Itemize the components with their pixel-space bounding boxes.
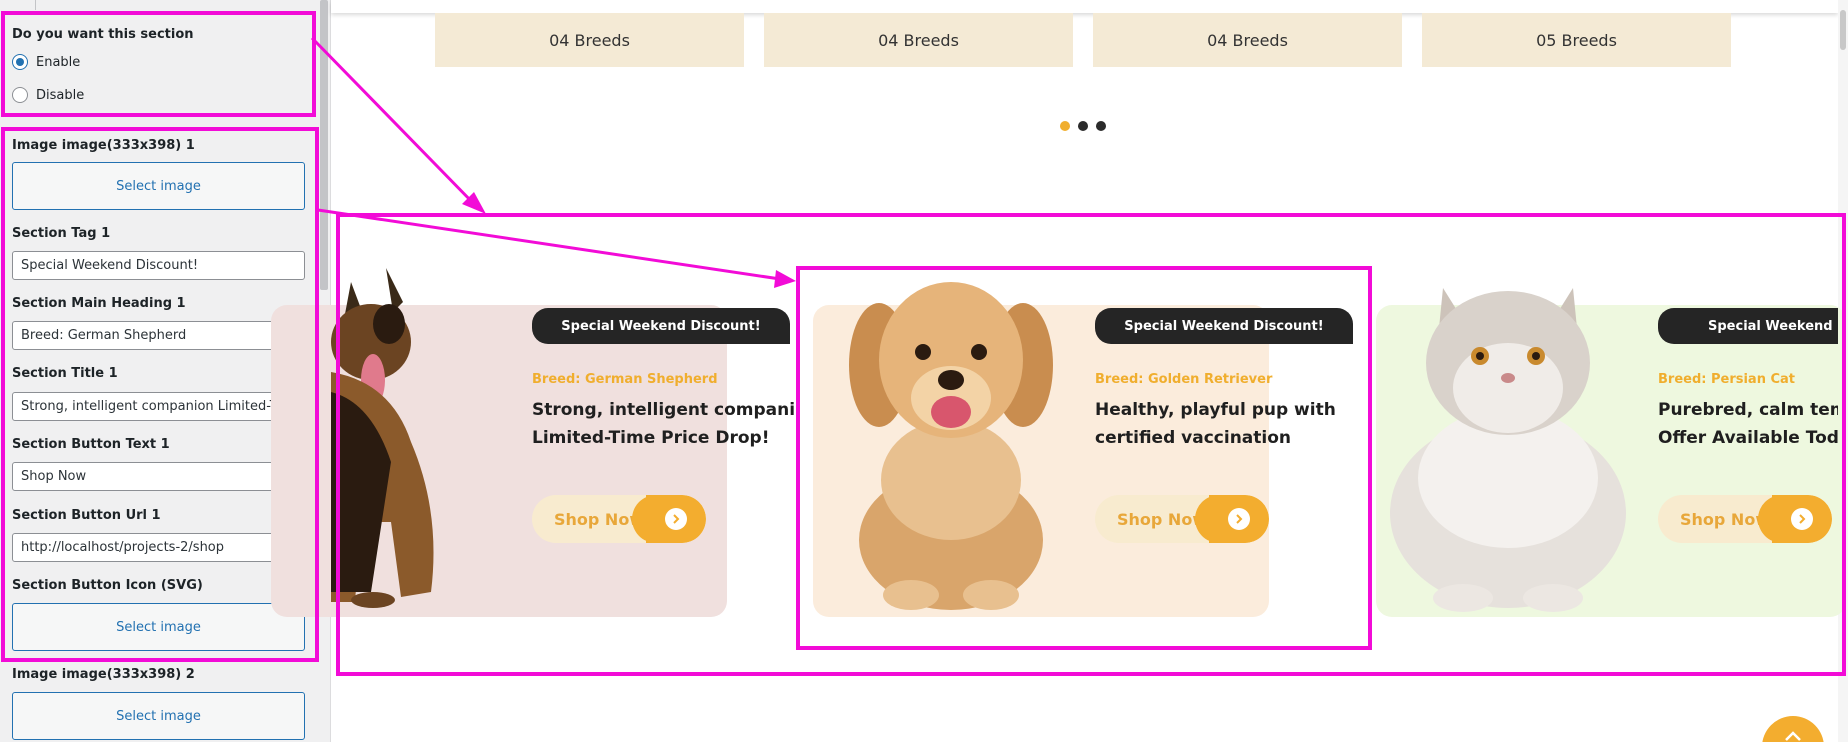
breed-count-box: 05 Breeds bbox=[1422, 13, 1731, 67]
chevron-up-icon bbox=[1785, 731, 1801, 741]
breed-count-box: 04 Breeds bbox=[435, 13, 744, 67]
carousel-dot-1[interactable] bbox=[1060, 121, 1070, 131]
preview-header-edge bbox=[331, 0, 1838, 13]
breed-count-box: 04 Breeds bbox=[764, 13, 1073, 67]
carousel-dot-2[interactable] bbox=[1078, 121, 1088, 131]
breed-count-box: 04 Breeds bbox=[1093, 13, 1402, 67]
annotation-box-toggle bbox=[1, 11, 316, 117]
preview-scrollbar-thumb[interactable] bbox=[1840, 10, 1846, 50]
back-to-top-button[interactable] bbox=[1762, 716, 1824, 742]
annotation-box-card bbox=[796, 266, 1372, 650]
carousel-dot-3[interactable] bbox=[1096, 121, 1106, 131]
panel-scrollbar-thumb[interactable] bbox=[320, 0, 328, 290]
annotation-box-fields bbox=[1, 127, 319, 662]
select-image-button-2[interactable]: Select image bbox=[12, 692, 305, 740]
image-label-2: Image image(333x398) 2 bbox=[12, 667, 195, 682]
